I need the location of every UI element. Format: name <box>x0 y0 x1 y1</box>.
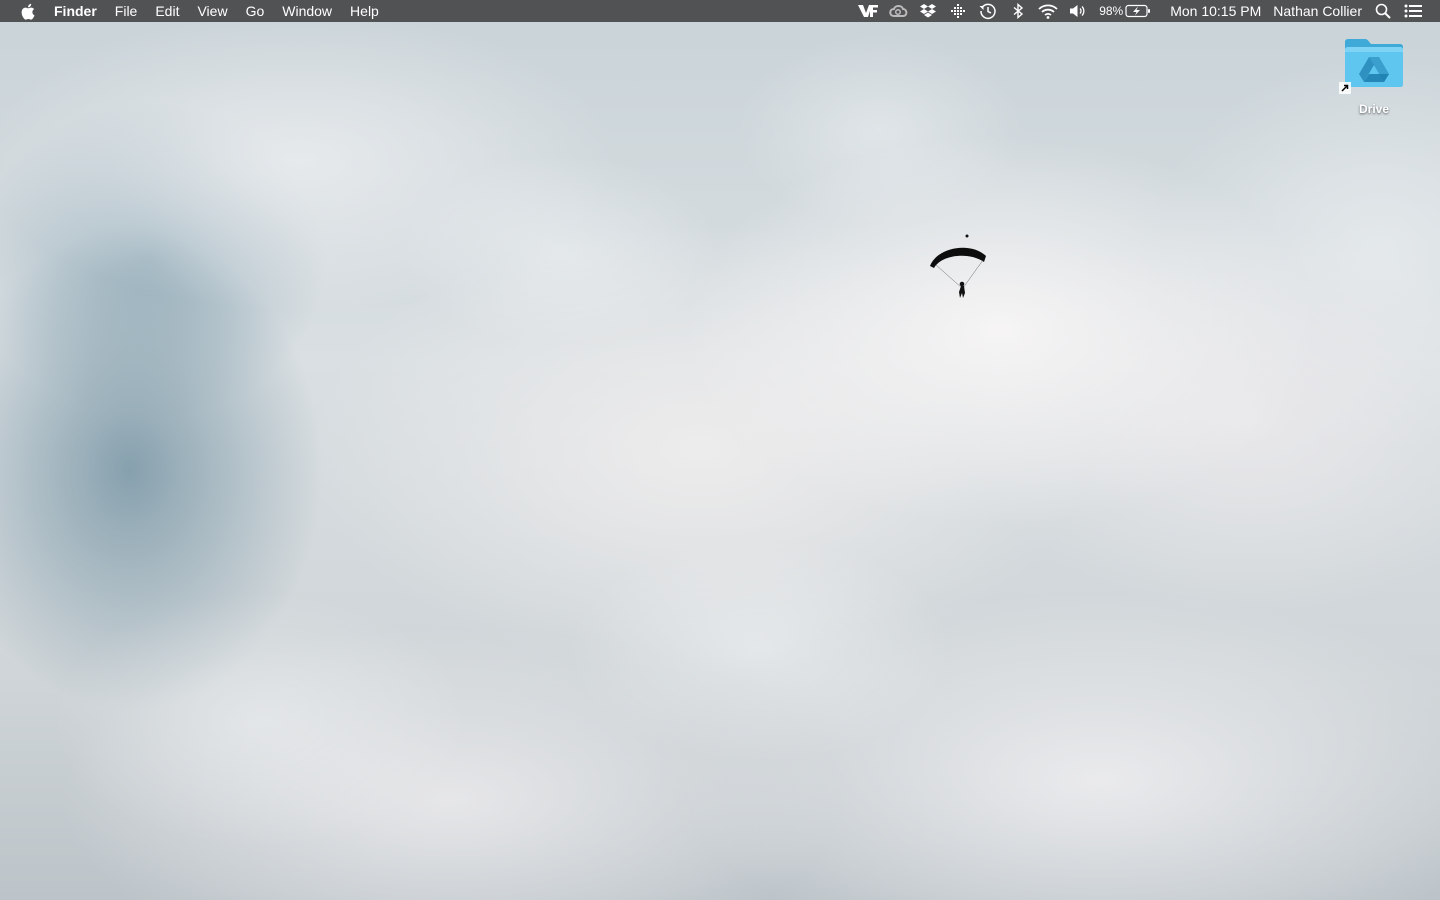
clock[interactable]: Mon 10:15 PM <box>1164 0 1267 22</box>
spotlight-search-icon[interactable] <box>1373 2 1393 20</box>
menu-help[interactable]: Help <box>341 0 388 22</box>
desktop-icon-label: Drive <box>1358 102 1390 116</box>
menu-bar: Finder File Edit View Go Window Help 98%… <box>0 0 1440 22</box>
menu-window[interactable]: Window <box>273 0 341 22</box>
grid-icon[interactable] <box>948 2 968 20</box>
user-name[interactable]: Nathan Collier <box>1267 0 1368 22</box>
menu-app-finder[interactable]: Finder <box>54 0 106 22</box>
alias-arrow-icon <box>1339 82 1351 94</box>
menu-bar-right: 98% Mon 10:15 PM Nathan Collier <box>853 0 1440 22</box>
volume-icon[interactable] <box>1068 2 1088 20</box>
cloud-wallpaper <box>0 0 1440 900</box>
battery-percent[interactable]: 98% <box>1093 0 1125 22</box>
google-drive-folder-icon <box>1339 36 1405 94</box>
apple-menu-icon[interactable] <box>20 2 36 20</box>
desktop[interactable]: Finder File Edit View Go Window Help 98%… <box>0 0 1440 900</box>
wifi-icon[interactable] <box>1038 2 1058 20</box>
creative-cloud-icon[interactable] <box>888 2 908 20</box>
time-machine-icon[interactable] <box>978 2 998 20</box>
notification-center-icon[interactable] <box>1403 2 1423 20</box>
desktop-icon-drive[interactable]: Drive <box>1334 36 1414 116</box>
menu-bar-left: Finder File Edit View Go Window Help <box>20 0 388 22</box>
dropbox-icon[interactable] <box>918 2 938 20</box>
parachute-image <box>930 234 986 298</box>
vectorworks-icon[interactable] <box>858 2 879 20</box>
menu-file[interactable]: File <box>106 0 147 22</box>
battery-charging-icon[interactable] <box>1125 2 1151 20</box>
menu-go[interactable]: Go <box>237 0 274 22</box>
bluetooth-icon[interactable] <box>1008 2 1028 20</box>
menu-edit[interactable]: Edit <box>146 0 188 22</box>
menu-view[interactable]: View <box>188 0 236 22</box>
